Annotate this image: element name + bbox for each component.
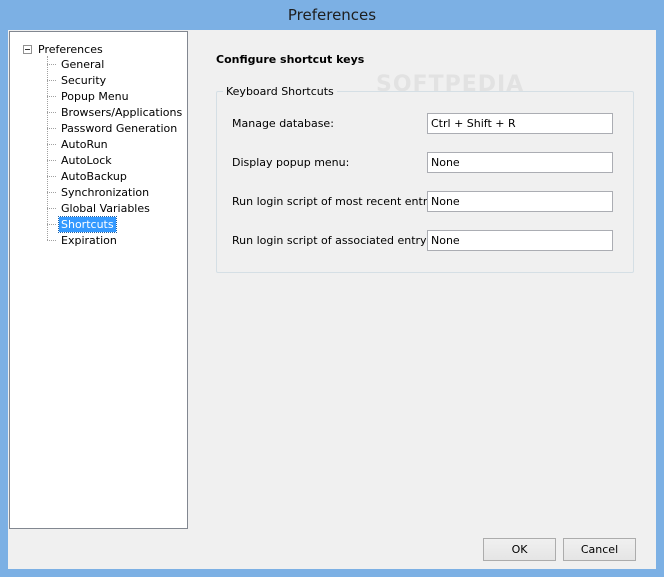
tree-root-label: Preferences <box>38 42 103 56</box>
preferences-tree[interactable]: Preferences General Security Popup Menu … <box>9 31 188 529</box>
tree-item-label: Expiration <box>61 233 117 247</box>
tree-item-shortcuts[interactable]: Shortcuts <box>47 215 184 233</box>
tree-item-password-generation[interactable]: Password Generation <box>47 120 184 136</box>
run-login-script-associated-shortcut-field[interactable]: None <box>427 230 613 251</box>
settings-panel: SOFTPEDIA Configure shortcut keys Keyboa… <box>188 31 655 527</box>
preferences-window: Preferences Preferences General Security… <box>0 0 664 577</box>
tree-item-label: Popup Menu <box>61 89 129 103</box>
display-popup-menu-shortcut-field[interactable]: None <box>427 152 613 173</box>
run-login-script-associated-label: Run login script of associated entry: <box>232 234 430 247</box>
tree-item-label: Global Variables <box>61 201 150 215</box>
tree-item-security[interactable]: Security <box>47 72 184 88</box>
tree-item-autolock[interactable]: AutoLock <box>47 152 184 168</box>
tree-item-browsers-applications[interactable]: Browsers/Applications <box>47 104 184 120</box>
panel-title: Configure shortcut keys <box>216 53 365 66</box>
tree-item-general[interactable]: General <box>47 56 184 72</box>
dialog-button-bar: OK Cancel <box>8 530 656 569</box>
tree-item-expiration[interactable]: Expiration <box>47 232 184 248</box>
tree-item-label: AutoLock <box>61 153 112 167</box>
tree-items: General Security Popup Menu Browsers/App… <box>47 56 184 248</box>
dialog-client-area: Preferences General Security Popup Menu … <box>8 30 656 569</box>
tree-item-autobackup[interactable]: AutoBackup <box>47 168 184 184</box>
run-login-script-recent-shortcut-field[interactable]: None <box>427 191 613 212</box>
tree-item-global-variables[interactable]: Global Variables <box>47 200 184 216</box>
tree-item-label: Shortcuts <box>58 215 117 233</box>
tree-item-label: Browsers/Applications <box>61 105 183 119</box>
tree-item-synchronization[interactable]: Synchronization <box>47 184 184 200</box>
tree-root-preferences[interactable]: Preferences <box>23 41 103 57</box>
tree-item-label: Synchronization <box>61 185 150 199</box>
tree-item-popup-menu[interactable]: Popup Menu <box>47 88 184 104</box>
run-login-script-recent-label: Run login script of most recent entry: <box>232 195 437 208</box>
tree-item-label: AutoRun <box>61 137 108 151</box>
keyboard-shortcuts-group: Keyboard Shortcuts Manage database: Ctrl… <box>216 85 634 273</box>
display-popup-menu-label: Display popup menu: <box>232 156 350 169</box>
tree-item-label: Password Generation <box>61 121 178 135</box>
collapse-icon[interactable] <box>23 44 32 54</box>
tree-item-label: General <box>61 57 105 71</box>
group-label: Keyboard Shortcuts <box>223 85 337 98</box>
tree-item-label: Security <box>61 73 107 87</box>
manage-database-label: Manage database: <box>232 117 334 130</box>
cancel-button[interactable]: Cancel <box>563 538 636 561</box>
tree-item-label: AutoBackup <box>61 169 127 183</box>
window-title: Preferences <box>287 6 377 24</box>
tree-item-autorun[interactable]: AutoRun <box>47 136 184 152</box>
manage-database-shortcut-field[interactable]: Ctrl + Shift + R <box>427 113 613 134</box>
ok-button[interactable]: OK <box>483 538 556 561</box>
